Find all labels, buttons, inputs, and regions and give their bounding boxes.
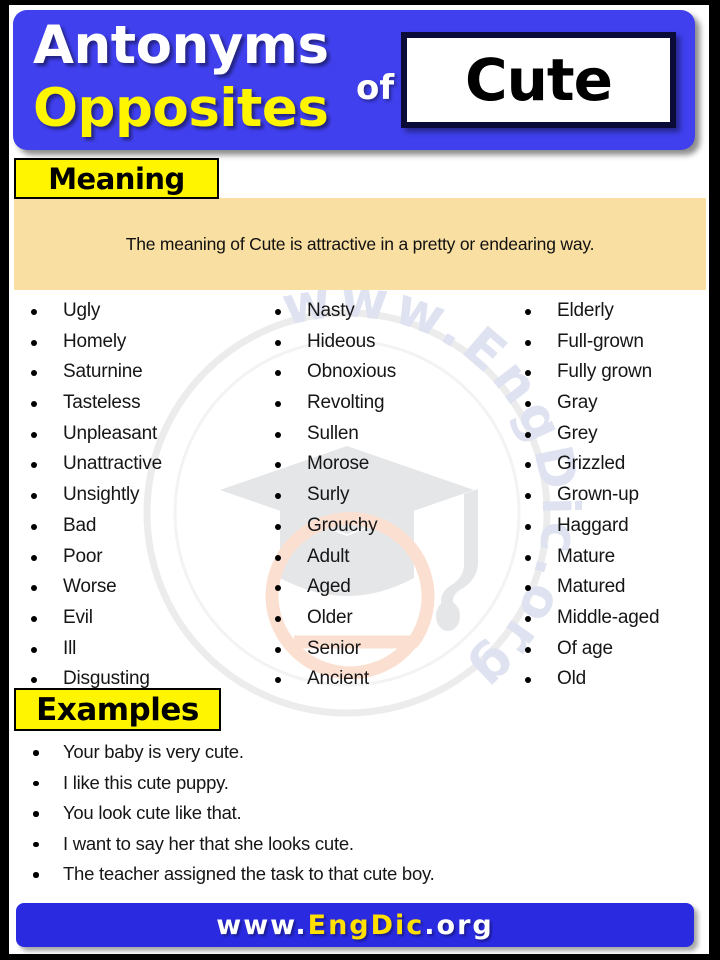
examples-section: Your baby is very cute. I like this cute … [24,737,684,890]
page-border-top [0,0,720,5]
list-item: Haggard [518,511,708,542]
list-item: Of age [518,634,708,665]
list-item: Ancient [268,664,508,695]
list-item: You look cute like that. [24,798,684,829]
word-list-2: Nasty Hideous Obnoxious Revolting Sullen Moro… [268,296,508,695]
antonyms-poster: www.EngDic.org Antonyms Opposites of [0,0,720,960]
list-item: Ugly [24,296,260,327]
title-connector: of [356,68,395,108]
list-item: Revolting [268,388,508,419]
footer-url-suffix: .org [424,909,494,941]
list-item: Hideous [268,327,508,358]
list-item: Ill [24,634,260,665]
list-item: The teacher assigned the task to that cu… [24,859,684,890]
list-item: Unsightly [24,480,260,511]
page-border-bottom [0,954,720,960]
footer-url-brand: EngDic [307,909,425,941]
title-antonyms: Antonyms [33,15,329,76]
headword-box: Cute [401,32,676,128]
list-item: Older [268,603,508,634]
list-item: Matured [518,572,708,603]
meaning-label: Meaning [14,158,219,199]
footer-website-bar[interactable]: www. EngDic .org [16,903,694,947]
list-item: Saturnine [24,357,260,388]
list-item: Mature [518,542,708,573]
meaning-text: The meaning of Cute is attractive in a p… [125,233,595,254]
list-item: Adult [268,542,508,573]
list-item: Full-grown [518,327,708,358]
list-item: Bad [24,511,260,542]
list-item: Grizzled [518,449,708,480]
list-item: Morose [268,449,508,480]
antonyms-column-1: Ugly Homely Saturnine Tasteless Unpleasant Un… [24,296,260,695]
list-item: Fully grown [518,357,708,388]
list-item: Grey [518,419,708,450]
headword-text: Cute [465,46,613,114]
antonyms-column-3: Elderly Full-grown Fully grown Gray Grey Griz… [518,296,708,695]
list-item: I like this cute puppy. [24,768,684,799]
list-item: Unpleasant [24,419,260,450]
list-item: Nasty [268,296,508,327]
title-opposites: Opposites [33,78,329,139]
list-item: Unattractive [24,449,260,480]
footer-url-prefix: www. [216,909,308,941]
header-title-group: Antonyms Opposites [33,14,353,140]
list-item: Poor [24,542,260,573]
meaning-label-text: Meaning [48,161,185,196]
list-item: Senior [268,634,508,665]
list-item: Grown-up [518,480,708,511]
page-border-left [0,0,9,960]
list-item: Surly [268,480,508,511]
list-item: Grouchy [268,511,508,542]
example-list: Your baby is very cute. I like this cute … [24,737,684,890]
list-item: Your baby is very cute. [24,737,684,768]
list-item: Middle-aged [518,603,708,634]
examples-label-text: Examples [36,691,199,728]
list-item: Old [518,664,708,695]
list-item: Evil [24,603,260,634]
list-item: Obnoxious [268,357,508,388]
list-item: Sullen [268,419,508,450]
page-border-right [709,0,720,960]
antonyms-column-2: Nasty Hideous Obnoxious Revolting Sullen Moro… [268,296,508,695]
list-item: Elderly [518,296,708,327]
list-item: Homely [24,327,260,358]
list-item: Worse [24,572,260,603]
list-item: I want to say her that she looks cute. [24,829,684,860]
word-list-1: Ugly Homely Saturnine Tasteless Unpleasant Un… [24,296,260,695]
word-list-3: Elderly Full-grown Fully grown Gray Grey Griz… [518,296,708,695]
meaning-panel: The meaning of Cute is attractive in a p… [14,198,706,290]
header-banner: Antonyms Opposites of Cute [13,10,695,150]
list-item: Aged [268,572,508,603]
list-item: Tasteless [24,388,260,419]
list-item: Gray [518,388,708,419]
examples-label: Examples [14,688,221,731]
